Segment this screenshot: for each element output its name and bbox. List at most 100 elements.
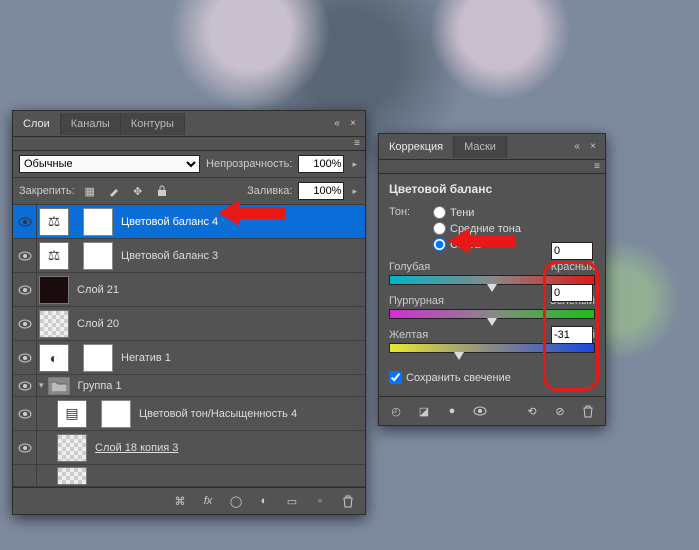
color-balance-panel: Коррекция Маски « × ≡ Цветовой баланс То… bbox=[378, 133, 606, 426]
slider-value-input[interactable] bbox=[551, 326, 593, 344]
layer-name[interactable]: Группа 1 bbox=[72, 380, 122, 392]
layer-row[interactable]: ▤ Цветовой тон/Насыщенность 4 bbox=[13, 397, 365, 431]
visibility-toggle[interactable] bbox=[13, 307, 37, 341]
layer-thumb[interactable] bbox=[57, 467, 87, 485]
group-disclosure-icon[interactable]: ▾ bbox=[37, 380, 46, 391]
layer-name[interactable]: Цветовой тон/Насыщенность 4 bbox=[133, 408, 297, 420]
layer-list: ⚖ Цветовой баланс 4 ⚖ Цветовой баланс 3 … bbox=[13, 205, 365, 487]
layer-row-group[interactable]: ▾ Группа 1 bbox=[13, 375, 365, 397]
layers-tab-strip: Слои Каналы Контуры bbox=[13, 113, 325, 135]
clip-to-layer-icon[interactable]: ● bbox=[443, 402, 461, 420]
slider-track[interactable] bbox=[389, 343, 595, 353]
lock-transparency-icon[interactable]: ▦ bbox=[81, 182, 99, 200]
folder-icon bbox=[48, 377, 70, 395]
lock-paint-icon[interactable] bbox=[105, 182, 123, 200]
fill-flyout-icon[interactable]: ▸ bbox=[350, 186, 359, 197]
toggle-visibility-icon[interactable] bbox=[471, 402, 489, 420]
tone-highlights-radio[interactable]: Света bbox=[433, 238, 480, 251]
tab-masks[interactable]: Маски bbox=[454, 136, 507, 158]
layer-thumb[interactable] bbox=[57, 434, 87, 462]
panel-controls: « × bbox=[325, 117, 365, 131]
mask-thumb[interactable] bbox=[83, 208, 113, 236]
layers-footer: ⌘ fx ◯ ◐ ▭ ▫ bbox=[13, 487, 365, 514]
layer-name[interactable]: Цветовой баланс 3 bbox=[115, 250, 218, 262]
visibility-toggle[interactable] bbox=[13, 205, 37, 239]
previous-state-icon[interactable]: ⟲ bbox=[523, 402, 541, 420]
layer-name[interactable]: Слой 21 bbox=[71, 284, 119, 296]
blend-opacity-bar: Обычные Непрозрачность: ▸ bbox=[13, 151, 365, 178]
opacity-input[interactable] bbox=[298, 155, 344, 173]
layer-name[interactable]: Слой 20 bbox=[71, 318, 119, 330]
mask-thumb[interactable] bbox=[83, 242, 113, 270]
layer-mask-icon[interactable]: ◯ bbox=[225, 492, 247, 510]
slider-knob[interactable] bbox=[487, 284, 497, 292]
layer-thumb[interactable] bbox=[39, 276, 69, 304]
expand-view-icon[interactable]: ◪ bbox=[415, 402, 433, 420]
slider-track[interactable] bbox=[389, 309, 595, 319]
visibility-toggle[interactable] bbox=[13, 459, 37, 488]
slider-left-label: Голубая bbox=[389, 261, 430, 273]
layer-thumb[interactable] bbox=[39, 310, 69, 338]
link-layers-icon[interactable]: ⌘ bbox=[169, 492, 191, 510]
slider-knob[interactable] bbox=[487, 318, 497, 326]
close-icon[interactable]: × bbox=[585, 140, 601, 154]
adjustment-thumb[interactable]: ⚖ bbox=[39, 242, 69, 270]
adjustment-thumb[interactable]: ⚖ bbox=[39, 208, 69, 236]
layer-name[interactable]: Негатив 1 bbox=[115, 352, 171, 364]
adjustment-thumb[interactable]: ◐ bbox=[39, 344, 69, 372]
layers-panel-header: Слои Каналы Контуры « × bbox=[13, 111, 365, 137]
tab-channels[interactable]: Каналы bbox=[61, 113, 121, 135]
layer-name[interactable]: Слой 18 копия 3 bbox=[89, 442, 178, 454]
layers-panel: Слои Каналы Контуры « × ≡ Обычные Непроз… bbox=[12, 110, 366, 515]
lock-position-icon[interactable]: ✥ bbox=[129, 182, 147, 200]
layer-row[interactable]: Слой 20 bbox=[13, 307, 365, 341]
mask-thumb[interactable] bbox=[101, 400, 131, 428]
layer-row[interactable]: Слой 21 bbox=[13, 273, 365, 307]
layer-row[interactable]: Слой 18 копия 3 bbox=[13, 431, 365, 465]
layer-style-icon[interactable]: fx bbox=[197, 492, 219, 510]
blend-mode-select[interactable]: Обычные bbox=[19, 155, 200, 173]
slider-value-input[interactable] bbox=[551, 284, 593, 302]
new-layer-icon[interactable]: ▫ bbox=[309, 492, 331, 510]
tab-layers[interactable]: Слои bbox=[13, 113, 61, 135]
fill-label: Заливка: bbox=[247, 185, 292, 197]
slider-value-input[interactable] bbox=[551, 242, 593, 260]
opacity-flyout-icon[interactable]: ▸ bbox=[350, 159, 359, 170]
slider-left-label: Желтая bbox=[389, 329, 428, 341]
adjustment-thumb[interactable]: ▤ bbox=[57, 400, 87, 428]
tone-midtones-radio[interactable]: Средние тона bbox=[433, 222, 521, 235]
tab-correction[interactable]: Коррекция bbox=[379, 136, 454, 158]
adjustment-list-icon[interactable]: ◴ bbox=[387, 402, 405, 420]
tab-paths[interactable]: Контуры bbox=[121, 113, 185, 135]
delete-adjustment-icon[interactable] bbox=[579, 402, 597, 420]
fill-input[interactable] bbox=[298, 182, 344, 200]
layer-row[interactable]: ⚖ Цветовой баланс 3 bbox=[13, 239, 365, 273]
delete-layer-icon[interactable] bbox=[337, 492, 359, 510]
flyout-menu-icon[interactable]: ≡ bbox=[349, 137, 365, 151]
cb-title: Цветовой баланс bbox=[389, 182, 595, 196]
lock-fill-bar: Закрепить: ▦ ✥ Заливка: ▸ bbox=[13, 178, 365, 205]
layer-row[interactable]: ⚖ Цветовой баланс 4 bbox=[13, 205, 365, 239]
slider-knob[interactable] bbox=[454, 352, 464, 360]
visibility-toggle[interactable] bbox=[13, 397, 37, 431]
tone-shadows-radio[interactable]: Тени bbox=[433, 206, 474, 219]
reset-icon[interactable]: ⊘ bbox=[551, 402, 569, 420]
lock-all-icon[interactable] bbox=[153, 182, 171, 200]
layer-row-partial[interactable] bbox=[13, 465, 365, 487]
slider-right-label: Красный bbox=[551, 261, 595, 273]
flyout-menu-icon[interactable]: ≡ bbox=[589, 160, 605, 174]
visibility-toggle[interactable] bbox=[13, 273, 37, 307]
layer-row[interactable]: ◐ Негатив 1 bbox=[13, 341, 365, 375]
cb-body: Цветовой баланс Тон: Тени Средние тона С… bbox=[379, 174, 605, 396]
group-icon[interactable]: ▭ bbox=[281, 492, 303, 510]
layer-name[interactable]: Цветовой баланс 4 bbox=[115, 216, 218, 228]
color-slider: Голубая Красный bbox=[389, 261, 595, 285]
cb-footer: ◴ ◪ ● ⟲ ⊘ bbox=[379, 396, 605, 425]
preserve-luminosity-checkbox[interactable]: Сохранить свечение bbox=[389, 371, 595, 384]
close-icon[interactable]: × bbox=[345, 117, 361, 131]
collapse-icon[interactable]: « bbox=[329, 117, 345, 131]
collapse-icon[interactable]: « bbox=[569, 140, 585, 154]
visibility-toggle[interactable] bbox=[13, 239, 37, 273]
adjustment-layer-icon[interactable]: ◐ bbox=[253, 492, 275, 510]
mask-thumb[interactable] bbox=[83, 344, 113, 372]
